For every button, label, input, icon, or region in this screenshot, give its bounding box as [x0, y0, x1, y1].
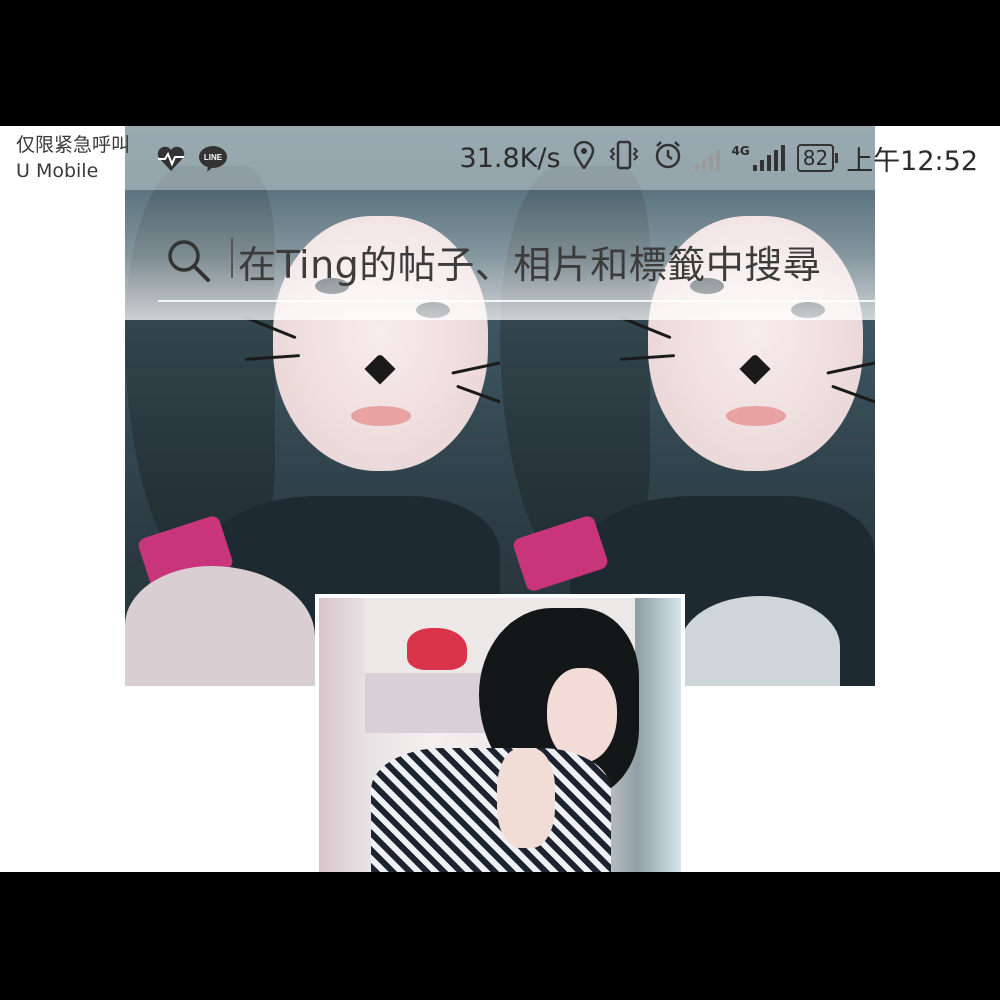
- signal-icon: 4G: [732, 145, 785, 171]
- battery-indicator: 82: [796, 144, 839, 172]
- search-input[interactable]: 在Ting的帖子、相片和標籤中搜尋: [238, 234, 938, 287]
- status-indicators: 31.8K/s 4G 82 上午12:52: [459, 140, 978, 177]
- svg-text:LINE: LINE: [204, 153, 223, 162]
- line-icon: LINE: [198, 144, 228, 174]
- search-header: 在Ting的帖子、相片和標籤中搜尋: [0, 190, 1000, 320]
- back-arrow-icon[interactable]: [54, 240, 103, 280]
- clock: 上午12:52: [846, 145, 978, 177]
- search-underline: [158, 300, 958, 302]
- alarm-icon: [653, 140, 683, 177]
- network-type: 4G: [731, 144, 750, 158]
- carrier-info: 仅限紧急呼叫 U Mobile: [16, 132, 130, 184]
- heart-pulse-icon: [156, 144, 186, 174]
- photo-thumbnail[interactable]: [315, 594, 685, 872]
- carrier-notice: 仅限紧急呼叫: [16, 134, 131, 156]
- carrier-name: U Mobile: [16, 160, 99, 182]
- text-cursor: [231, 238, 233, 278]
- screen: 仅限紧急呼叫 U Mobile LINE 31.8K/s 4G 82 上午12:…: [0, 126, 1000, 872]
- status-bar: 仅限紧急呼叫 U Mobile LINE 31.8K/s 4G 82 上午12:…: [0, 126, 1000, 190]
- no-signal-icon: [694, 145, 720, 171]
- search-icon: [164, 236, 214, 286]
- location-icon: [573, 140, 595, 176]
- net-speed: 31.8K/s: [459, 142, 561, 174]
- vibrate-icon: [607, 140, 641, 177]
